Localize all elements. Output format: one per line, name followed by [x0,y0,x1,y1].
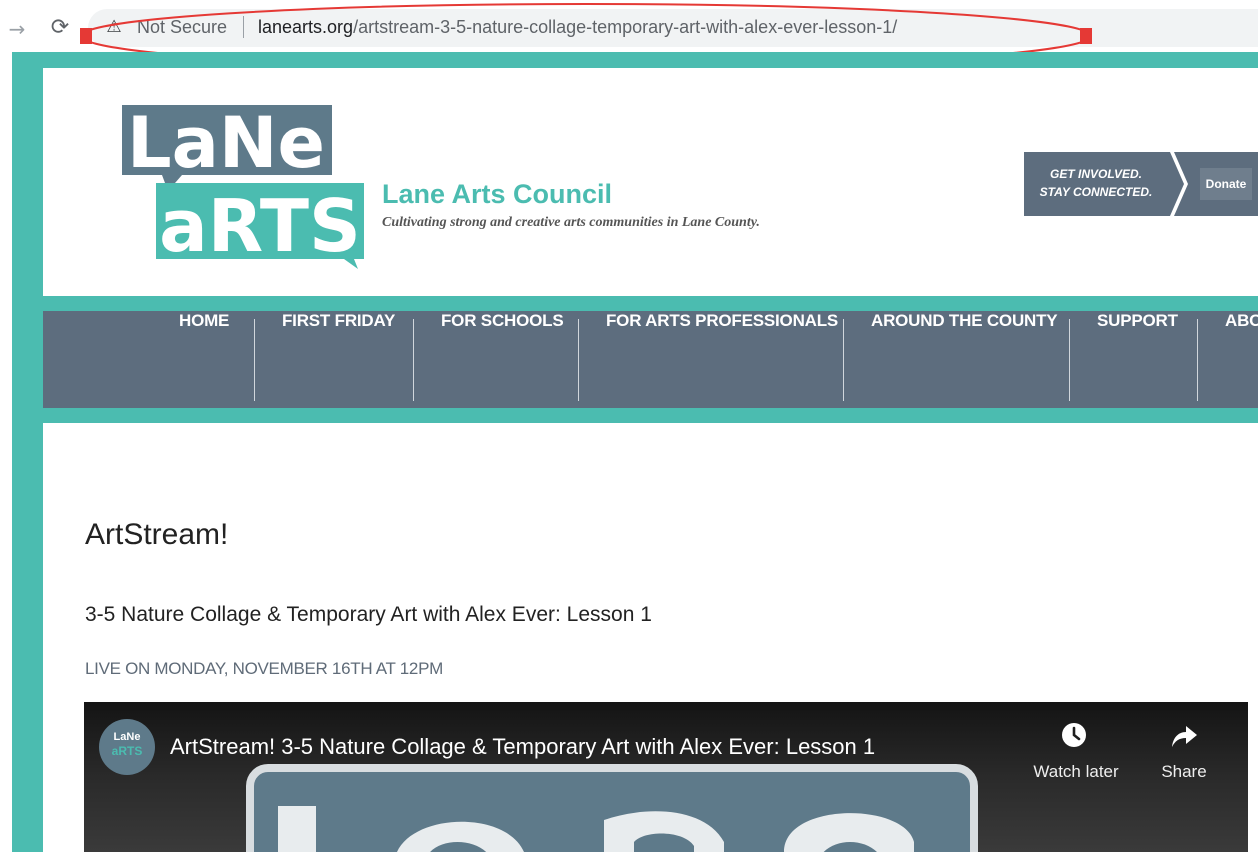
nav-item-support[interactable]: SUPPORT [1097,311,1178,408]
nav-item-first-friday[interactable]: FIRST FRIDAY [282,311,395,408]
lane-arts-logo[interactable]: LaNe aRTS [118,101,368,269]
forward-arrow-icon[interactable]: → [6,14,28,44]
donate-button[interactable]: Donate [1200,168,1252,200]
cta-line1: GET INVOLVED. [1049,167,1142,181]
logo-line1: LaNe [127,102,325,184]
video-title[interactable]: ArtStream! 3-5 Nature Collage & Temporar… [170,733,875,761]
address-divider [243,16,244,38]
reload-icon[interactable]: ⟳ [48,13,72,43]
page-title: ArtStream! [85,518,229,551]
lesson-title: 3-5 Nature Collage & Temporary Art with … [85,603,652,626]
site-name[interactable]: Lane Arts Council [382,178,612,210]
url-path: /artstream-3-5-nature-collage-temporary-… [353,17,898,37]
nav-item-around-the-county[interactable]: AROUND THE COUNTY [871,311,1058,408]
logo-line2: aRTS [159,184,361,268]
nav-divider [1069,319,1070,401]
nav-divider [413,319,414,401]
nav-divider [843,319,844,401]
clock-icon[interactable] [1060,721,1088,749]
channel-avatar-line2: aRTS [111,744,143,758]
url-host: lanearts.org [258,17,354,37]
cta-line2: STAY CONNECTED. [1039,185,1153,199]
nav-divider [578,319,579,401]
url-text[interactable]: lanearts.org/artstream-3-5-nature-collag… [258,15,897,39]
nav-divider [254,319,255,401]
nav-item-for-arts-professionals[interactable]: FOR ARTS PROFESSIONALS [606,311,838,408]
nav-item-home[interactable]: HOME [179,311,229,408]
nav-item-about[interactable]: ABO [1225,311,1258,408]
site-tagline: Cultivating strong and creative arts com… [382,215,760,230]
nav-divider [1197,319,1198,401]
share-arrow-icon[interactable] [1170,722,1198,750]
share-button[interactable]: Share [1150,760,1218,784]
security-status[interactable]: Not Secure [137,15,227,39]
live-notice: LIVE ON MONDAY, NOVEMBER 16TH AT 12PM [85,659,443,678]
nav-item-for-schools[interactable]: FOR SCHOOLS [441,311,564,408]
watch-later-button[interactable]: Watch later [1020,760,1132,784]
warning-triangle-icon[interactable]: ⚠ [104,16,124,38]
main-navigation: HOME FIRST FRIDAY FOR SCHOOLS FOR ARTS P… [43,311,1258,408]
channel-avatar-line1: LaNe [113,731,141,743]
